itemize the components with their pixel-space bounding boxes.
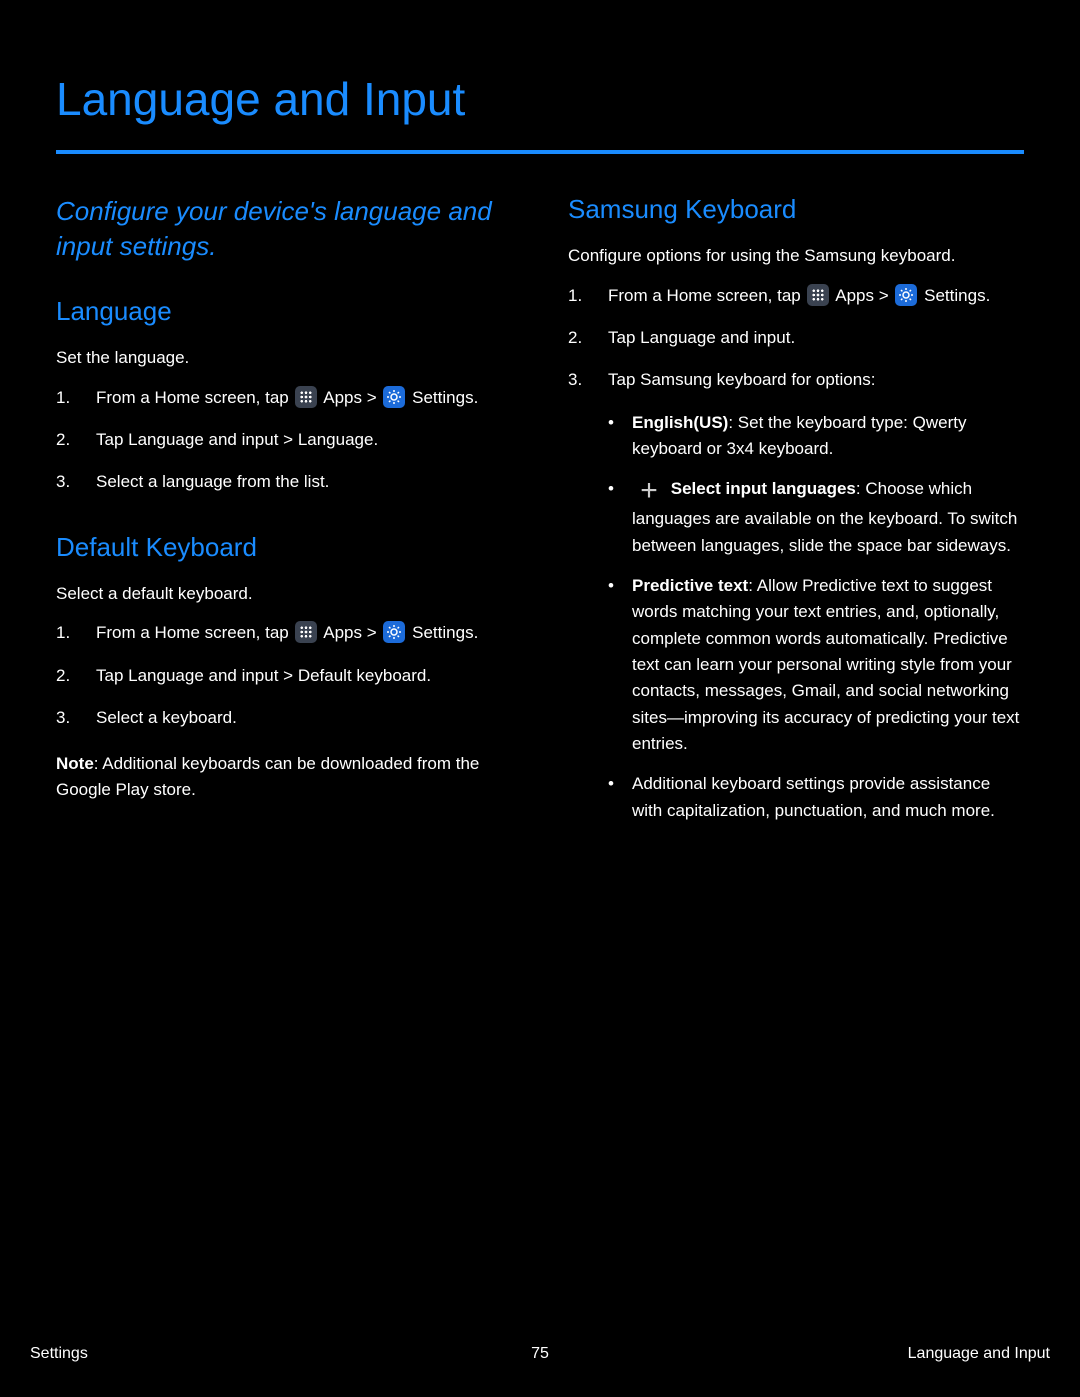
step-text: > (879, 286, 894, 305)
step-text: Tap Language and input. (608, 328, 795, 347)
language-step-1: 1. From a Home screen, tap Apps > Settin… (56, 385, 512, 411)
bullet-bold: Select input languages (671, 479, 856, 498)
heading-samsung-keyboard: Samsung Keyboard (568, 194, 1024, 225)
step-number: 1. (568, 283, 582, 309)
step-text: > (367, 623, 382, 642)
bullet-predictive-text: Predictive text: Allow Predictive text t… (568, 573, 1024, 757)
step-text: . (474, 623, 479, 642)
intro-text: Configure your device's language and inp… (56, 194, 512, 264)
footer-left: Settings (30, 1345, 370, 1363)
language-intro: Set the language. (56, 345, 512, 371)
step-text: From a Home screen, tap (96, 623, 293, 642)
step-text: Select a language from the list. (96, 472, 329, 491)
note-body: : Additional keyboards can be downloaded… (56, 754, 479, 799)
default-kb-step-2: 2. Tap Language and input > Default keyb… (56, 663, 512, 689)
footer-right: Language and Input (710, 1345, 1050, 1363)
samsung-kb-intro: Configure options for using the Samsung … (568, 243, 1024, 269)
note-bold: Note (56, 754, 94, 773)
add-icon: + (634, 476, 664, 506)
step-number: 2. (56, 663, 70, 689)
step-text: From a Home screen, tap (608, 286, 805, 305)
settings-icon (383, 621, 405, 643)
apps-icon (295, 386, 317, 408)
settings-label: Settings (412, 388, 473, 407)
note-text: Note: Additional keyboards can be downlo… (56, 751, 512, 802)
right-column: Samsung Keyboard Configure options for u… (568, 194, 1024, 838)
step-text: Tap Language and input > Default keyboar… (96, 666, 431, 685)
apps-label: Apps (835, 286, 874, 305)
default-kb-step-3: 3. Select a keyboard. (56, 705, 512, 731)
settings-icon (895, 284, 917, 306)
bullet-bold: English(US) (632, 413, 728, 432)
footer-page-number: 75 (370, 1345, 710, 1363)
default-kb-intro: Select a default keyboard. (56, 581, 512, 607)
apps-label: Apps (323, 388, 362, 407)
bullet-text: : Allow Predictive text to suggest words… (632, 576, 1019, 753)
step-text: Tap Samsung keyboard for options: (608, 370, 875, 389)
apps-icon (807, 284, 829, 306)
step-text: . (986, 286, 991, 305)
step-text: > (367, 388, 382, 407)
heading-default-keyboard: Default Keyboard (56, 532, 512, 563)
samsung-kb-step-1: 1. From a Home screen, tap Apps > Settin… (568, 283, 1024, 309)
left-column: Configure your device's language and inp… (56, 194, 512, 838)
step-number: 2. (56, 427, 70, 453)
page-footer: Settings 75 Language and Input (30, 1345, 1050, 1363)
bullet-text: Additional keyboard settings provide ass… (632, 774, 995, 819)
apps-icon (295, 621, 317, 643)
settings-label: Settings (412, 623, 473, 642)
step-text: From a Home screen, tap (96, 388, 293, 407)
step-number: 1. (56, 385, 70, 411)
bullet-english-us: English(US): Set the keyboard type: Qwer… (568, 410, 1024, 463)
samsung-kb-step-3: 3. Tap Samsung keyboard for options: (568, 367, 1024, 393)
bullet-additional-settings: Additional keyboard settings provide ass… (568, 771, 1024, 824)
page-title: Language and Input (56, 72, 1024, 154)
step-number: 3. (56, 705, 70, 731)
bullet-select-languages: + Select input languages: Choose which l… (568, 476, 1024, 559)
step-number: 3. (568, 367, 582, 393)
samsung-kb-step-2: 2. Tap Language and input. (568, 325, 1024, 351)
settings-label: Settings (924, 286, 985, 305)
step-number: 1. (56, 620, 70, 646)
settings-icon (383, 386, 405, 408)
heading-language: Language (56, 296, 512, 327)
language-step-3: 3. Select a language from the list. (56, 469, 512, 495)
apps-label: Apps (323, 623, 362, 642)
step-text: . (474, 388, 479, 407)
step-text: Tap Language and input > Language. (96, 430, 378, 449)
step-text: Select a keyboard. (96, 708, 237, 727)
bullet-bold: Predictive text (632, 576, 748, 595)
language-step-2: 2. Tap Language and input > Language. (56, 427, 512, 453)
default-kb-step-1: 1. From a Home screen, tap Apps > Settin… (56, 620, 512, 646)
step-number: 2. (568, 325, 582, 351)
step-number: 3. (56, 469, 70, 495)
